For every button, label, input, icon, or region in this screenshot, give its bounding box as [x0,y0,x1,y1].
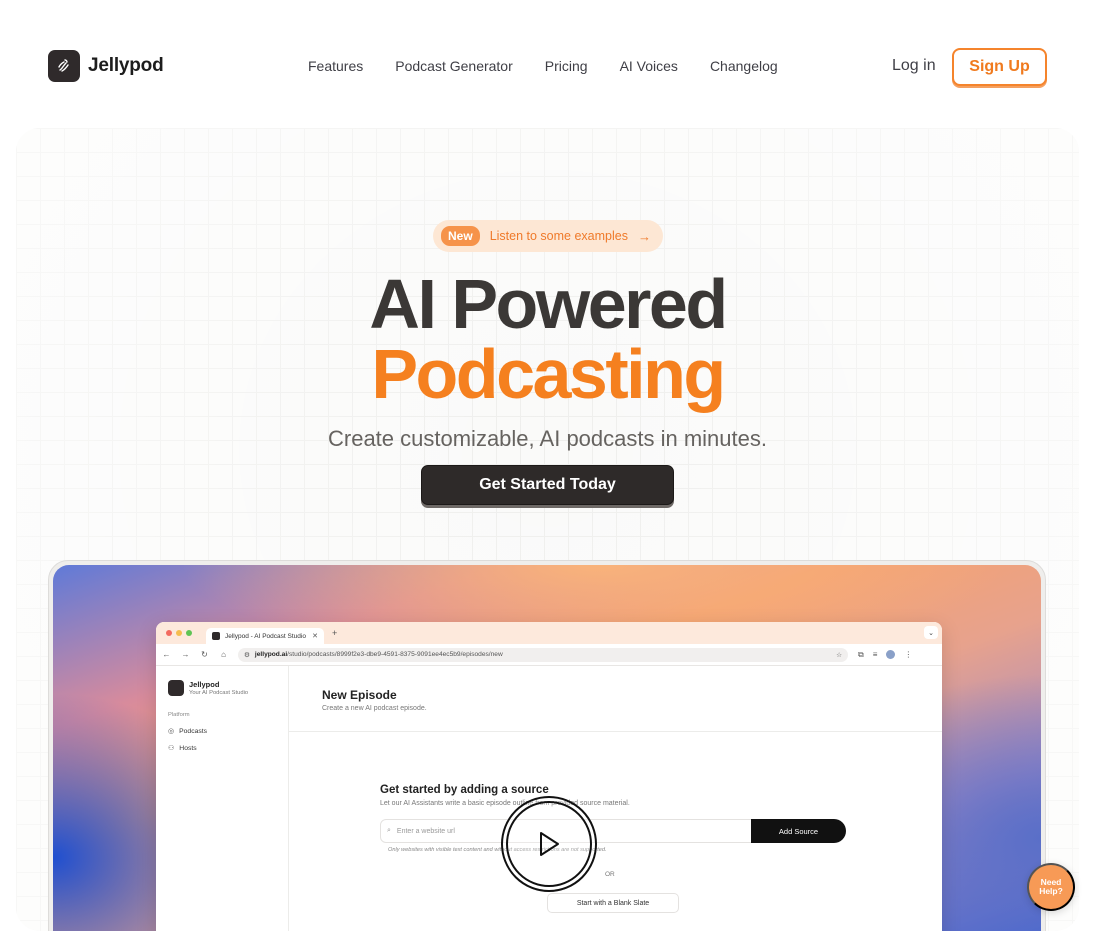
browser-tabbar: Jellypod - AI Podcast Studio ✕ + ⌄ [156,622,942,644]
tab-close-icon: ✕ [312,633,318,640]
brand-link[interactable]: Jellypod [48,50,164,82]
url-host: jellypod.ai [254,651,288,658]
search-icon: ⌕ [387,827,391,834]
tab-favicon-icon [212,632,220,640]
hero-section: New Listen to some examples → AI Powered… [16,128,1079,931]
examples-announcement-pill[interactable]: New Listen to some examples → [433,220,663,252]
demo-video-frame: Jellypod - AI Podcast Studio ✕ + ⌄ ← → ↻… [48,560,1046,931]
sidebar-item-label: Hosts [179,744,197,752]
hero-subtitle: Create customizable, AI podcasts in minu… [328,426,767,451]
tab-menu-chevron-icon: ⌄ [924,626,938,639]
app-brand: Jellypod Your AI Podcast Studio [168,680,276,696]
login-link[interactable]: Log in [892,57,936,75]
bookmark-star-icon: ☆ [836,651,842,659]
blank-slate-button: Start with a Blank Slate [547,893,679,913]
nav-link-ai-voices[interactable]: AI Voices [620,58,678,74]
nav-link-features[interactable]: Features [308,58,363,74]
top-nav: Jellypod Features Podcast Generator Pric… [0,0,1095,128]
close-dot-icon [166,630,172,636]
play-button-ring [506,801,592,887]
reading-list-icon: ≡ [872,650,878,659]
signup-button[interactable]: Sign Up [952,48,1047,86]
sidebar-section-label: Platform [168,712,190,718]
maximize-dot-icon [186,630,192,636]
jellypod-logo-icon [48,50,80,82]
back-arrow-icon: ← [162,650,171,659]
app-tagline: Your AI Podcast Studio [189,690,249,696]
app-main: New Episode Create a new AI podcast epis… [289,666,942,931]
browser-toolbar-icons: ⧉ ≡ ⋮ [858,650,912,660]
new-badge: New [441,226,480,246]
browser-menu-icon: ⋮ [904,650,913,659]
app-sidebar: Jellypod Your AI Podcast Studio Platform… [156,666,289,931]
users-icon: ⚇ [168,745,175,752]
hero-title-line-2: Podcasting [371,335,726,413]
home-icon: ⌂ [221,650,226,659]
source-subtitle: Let our AI Assistants write a basic epis… [380,800,630,807]
nav-link-changelog[interactable]: Changelog [710,58,778,74]
sidebar-item-label: Podcasts [179,727,208,735]
url-field: ⚙ jellypod.ai/studio/podcasts/8999f2e3-d… [238,647,848,662]
sidebar-item-podcasts: ◎ Podcasts [168,727,276,736]
browser-tab: Jellypod - AI Podcast Studio ✕ [206,628,324,644]
need-help-button[interactable]: Need Help? [1027,863,1075,911]
extensions-icon: ⧉ [858,649,864,659]
brand-name: Jellypod [88,55,164,76]
page-title: New Episode [322,688,397,702]
url-path: /studio/podcasts/8999f2e3-dbe9-4591-8375… [287,651,503,658]
forward-arrow-icon: → [181,650,190,659]
source-title: Get started by adding a source [380,784,549,796]
reload-icon: ↻ [201,650,208,659]
input-placeholder: Enter a website url [396,827,455,835]
new-tab-icon: + [332,628,338,638]
play-icon [540,832,559,856]
app-name: Jellypod [189,680,220,689]
main-nav: Features Podcast Generator Pricing AI Vo… [308,58,778,74]
nav-link-pricing[interactable]: Pricing [545,58,588,74]
or-divider: OR [605,871,615,878]
minimize-dot-icon [176,630,182,636]
browser-address-bar: ← → ↻ ⌂ ⚙ jellypod.ai/studio/podcasts/89… [156,644,942,666]
site-info-icon: ⚙ [244,651,250,659]
demo-video[interactable]: Jellypod - AI Podcast Studio ✕ + ⌄ ← → ↻… [53,565,1041,931]
add-source-button: Add Source [751,819,846,843]
sidebar-item-hosts: ⚇ Hosts [168,744,276,753]
tab-title: Jellypod - AI Podcast Studio [225,632,306,640]
podcast-icon: ◎ [168,728,175,735]
hero-title-line-1: AI Powered [369,265,728,343]
play-button[interactable] [501,796,597,892]
page-subtitle: Create a new AI podcast episode. [322,705,427,712]
app-logo-icon [168,680,184,696]
app-page-header: New Episode Create a new AI podcast epis… [289,666,942,732]
get-started-button[interactable]: Get Started Today [421,465,674,505]
nav-link-podcast-generator[interactable]: Podcast Generator [395,58,513,74]
profile-avatar-icon [886,650,896,659]
examples-link-text: Listen to some examples [489,229,628,243]
arrow-right-icon: → [637,228,651,244]
